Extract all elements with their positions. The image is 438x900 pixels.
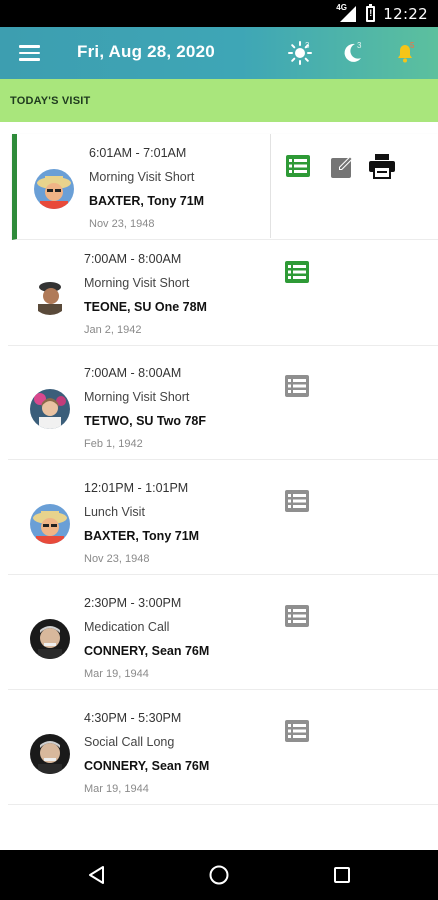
- task-list-icon: [285, 375, 309, 397]
- task-list-icon: [286, 155, 310, 177]
- navigation-bar: [0, 850, 438, 900]
- edit-button[interactable]: [330, 153, 356, 179]
- task-list-button[interactable]: [285, 153, 311, 179]
- back-triangle-icon: [89, 866, 104, 884]
- print-button[interactable]: [368, 153, 395, 179]
- page-title: Fri, Aug 28, 2020: [77, 42, 215, 61]
- visit-time: 2:30PM - 3:00PM: [84, 596, 182, 610]
- visit-time: 7:00AM - 8:00AM: [84, 252, 182, 266]
- task-list-button[interactable]: [284, 373, 310, 399]
- client-dob: Mar 19, 1944: [84, 783, 149, 795]
- notifications-button[interactable]: 5: [391, 39, 421, 67]
- avatar: [30, 275, 70, 315]
- battery-icon: !: [366, 3, 376, 22]
- night-count-badge: 3: [357, 41, 362, 50]
- visit-card[interactable]: 7:00AM - 8:00AM Morning Visit Short TEON…: [8, 240, 438, 346]
- visit-type: Lunch Visit: [84, 505, 145, 519]
- client-dob: Nov 23, 1948: [89, 218, 155, 230]
- avatar: [30, 389, 70, 429]
- client-dob: Feb 1, 1942: [84, 438, 143, 450]
- visit-card[interactable]: 6:01AM - 7:01AM Morning Visit Short BAXT…: [12, 134, 438, 240]
- client-name: TEONE, SU One 78M: [84, 300, 207, 314]
- night-filter-button[interactable]: 3: [338, 39, 368, 67]
- client-name: CONNERY, Sean 76M: [84, 759, 210, 773]
- task-list-icon: [285, 605, 309, 627]
- visit-card[interactable]: 4:30PM - 5:30PM Social Call Long CONNERY…: [8, 699, 438, 805]
- visit-time: 7:00AM - 8:00AM: [84, 366, 182, 380]
- hamburger-line: [19, 58, 40, 61]
- client-name: BAXTER, Tony 71M: [89, 194, 205, 208]
- visit-type: Morning Visit Short: [84, 276, 190, 290]
- section-header: TODAY'S VISIT: [0, 79, 438, 122]
- visit-time: 4:30PM - 5:30PM: [84, 711, 182, 725]
- task-list-button[interactable]: [284, 488, 310, 514]
- status-bar: 4G ! 12:22: [0, 0, 438, 27]
- home-circle-icon: [209, 865, 229, 885]
- task-list-button[interactable]: [284, 718, 310, 744]
- sun-icon: [288, 41, 312, 65]
- notification-count-badge: 5: [410, 41, 415, 50]
- recents-square-icon: [334, 867, 350, 883]
- day-filter-button[interactable]: 3: [286, 39, 316, 67]
- avatar: [30, 504, 70, 544]
- client-name: CONNERY, Sean 76M: [84, 644, 210, 658]
- task-list-icon: [285, 720, 309, 742]
- back-button[interactable]: [85, 863, 109, 887]
- client-name: TETWO, SU Two 78F: [84, 414, 206, 428]
- task-list-button[interactable]: [284, 259, 310, 285]
- visit-card[interactable]: 2:30PM - 3:00PM Medication Call CONNERY,…: [8, 584, 438, 690]
- client-name: BAXTER, Tony 71M: [84, 529, 200, 543]
- network-type: 4G: [336, 2, 347, 12]
- client-dob: Jan 2, 1942: [84, 324, 142, 336]
- divider: [270, 134, 271, 238]
- section-title: TODAY'S VISIT: [10, 95, 91, 107]
- bell-icon: [398, 45, 412, 63]
- recents-button[interactable]: [330, 863, 354, 887]
- task-list-button[interactable]: [284, 603, 310, 629]
- visit-time: 6:01AM - 7:01AM: [89, 146, 187, 160]
- edit-icon: [331, 156, 353, 178]
- visit-card[interactable]: 12:01PM - 1:01PM Lunch Visit BAXTER, Ton…: [8, 469, 438, 575]
- app-bar: Fri, Aug 28, 2020 3 3 5: [0, 27, 438, 79]
- print-icon: [369, 154, 395, 179]
- task-list-icon: [285, 490, 309, 512]
- visit-card[interactable]: 7:00AM - 8:00AM Morning Visit Short TETW…: [8, 354, 438, 460]
- avatar: [30, 734, 70, 774]
- hamburger-line: [19, 45, 40, 48]
- home-button[interactable]: [207, 863, 231, 887]
- visit-time: 12:01PM - 1:01PM: [84, 481, 189, 495]
- status-icons: 4G ! 12:22: [336, 2, 428, 23]
- visit-type: Morning Visit Short: [89, 170, 195, 184]
- task-list-icon: [285, 261, 309, 283]
- client-dob: Mar 19, 1944: [84, 668, 149, 680]
- signal-icon: 4G: [336, 2, 358, 23]
- moon-icon: [344, 43, 361, 62]
- client-dob: Nov 23, 1948: [84, 553, 150, 565]
- visit-type: Morning Visit Short: [84, 390, 190, 404]
- hamburger-line: [19, 51, 40, 55]
- visit-type: Medication Call: [84, 620, 170, 634]
- avatar: [30, 619, 70, 659]
- menu-button[interactable]: [12, 39, 48, 67]
- status-time: 12:22: [383, 4, 428, 23]
- day-count-badge: 3: [305, 41, 310, 50]
- avatar: [34, 169, 74, 209]
- visit-type: Social Call Long: [84, 735, 175, 749]
